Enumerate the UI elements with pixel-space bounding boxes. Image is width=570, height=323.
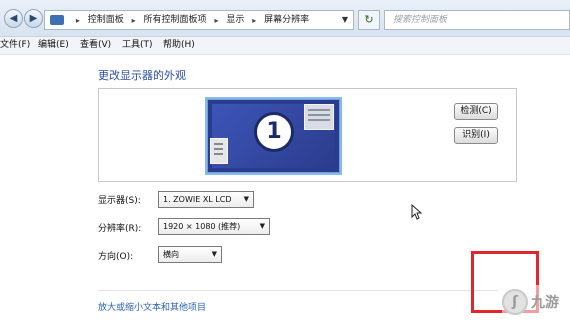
watermark-text: 九游 [531,295,559,311]
menu-file[interactable]: 文件(F) [0,37,30,54]
address-bar-strip: ◀ ▶ ▸ 控制面板 ▸ 所有控制面板项 ▸ 显示 ▸ 屏幕分辨率 ▼ ↻ 搜索… [0,0,570,37]
watermark-logo-icon: ʃ [502,289,528,315]
breadcrumb-display[interactable]: 显示 [226,11,244,29]
forward-arrow-icon[interactable]: ▶ [24,9,43,28]
window-thumbnail-icon [304,104,334,130]
display-number-badge: 1 [254,112,294,152]
display-select-value: 1. ZOWIE XL LCD [163,195,232,204]
display-select[interactable]: 1. ZOWIE XL LCD ▼ [158,191,254,208]
back-arrow-icon[interactable]: ◀ [4,9,23,28]
breadcrumb-screen-resolution[interactable]: 屏幕分辨率 [264,11,309,29]
watermark: ʃ 九游 [502,285,568,319]
orientation-select[interactable]: 横向 ▼ [158,246,222,263]
chevron-right-icon[interactable]: ▸ [132,16,136,25]
monitor-1-tile[interactable]: 1 [207,99,340,173]
page-title: 更改显示器的外观 [98,69,186,82]
menu-view[interactable]: 查看(V) [80,37,111,54]
search-placeholder: 搜索控制面板 [393,15,448,25]
refresh-icon[interactable]: ↻ [358,10,380,30]
breadcrumb-control-panel[interactable]: 控制面板 [88,11,124,29]
chevron-right-icon[interactable]: ▸ [214,16,218,25]
control-panel-icon [50,15,64,25]
chevron-down-icon: ▼ [259,222,265,230]
chevron-right-icon[interactable]: ▸ [252,16,256,25]
resolution-label: 分辨率(R): [98,224,142,234]
divider [98,290,498,291]
nav-buttons: ◀ ▶ [4,8,43,28]
chevron-down-icon: ▼ [243,195,249,203]
computer-icon [210,138,228,164]
identify-button[interactable]: 识别(I) [454,127,498,144]
menu-edit[interactable]: 编辑(E) [38,37,69,54]
detect-button[interactable]: 检测(C) [454,103,498,120]
menu-tools[interactable]: 工具(T) [122,37,153,54]
chevron-down-icon: ▼ [211,250,217,258]
chevron-down-icon[interactable]: ▼ [339,11,351,28]
resolution-select[interactable]: 1920 × 1080 (推荐) ▼ [158,218,270,235]
search-input[interactable]: 搜索控制面板 [384,10,570,30]
breadcrumb-all-items[interactable]: 所有控制面板项 [144,11,207,29]
menu-bar: 文件(F) 编辑(E) 查看(V) 工具(T) 帮助(H) [0,37,570,55]
resolution-select-value: 1920 × 1080 (推荐) [163,222,241,231]
monitor-arrangement-panel: 1 检测(C) 识别(I) [98,88,517,182]
menu-help[interactable]: 帮助(H) [163,37,195,54]
chevron-right-icon[interactable]: ▸ [76,16,80,25]
text-size-link[interactable]: 放大或缩小文本和其他项目 [98,300,206,313]
breadcrumb[interactable]: ▸ 控制面板 ▸ 所有控制面板项 ▸ 显示 ▸ 屏幕分辨率 [44,10,354,30]
orientation-select-value: 横向 [163,250,179,259]
orientation-label: 方向(O): [98,252,134,262]
mouse-pointer-icon [411,204,423,220]
display-label: 显示器(S): [98,196,141,206]
